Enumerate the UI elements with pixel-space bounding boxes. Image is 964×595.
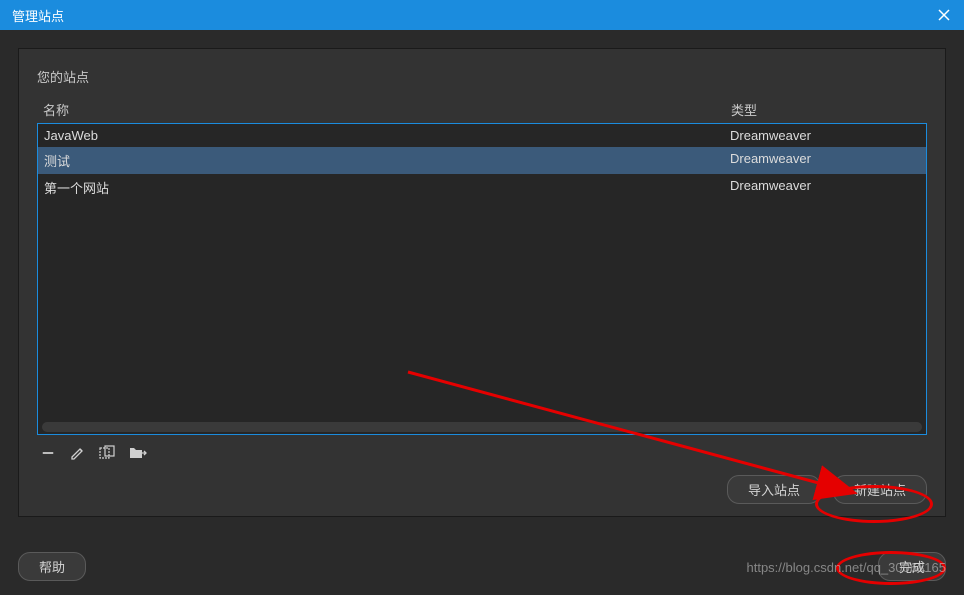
panel-buttons: 导入站点 新建站点 (37, 469, 927, 504)
table-row[interactable]: 测试 Dreamweaver (38, 147, 926, 174)
import-site-button[interactable]: 导入站点 (727, 475, 821, 504)
horizontal-scrollbar[interactable] (42, 422, 922, 432)
sites-table: JavaWeb Dreamweaver 测试 Dreamweaver 第一个网站… (37, 123, 927, 435)
col-header-type[interactable]: 类型 (731, 100, 921, 119)
cell-name: 测试 (44, 151, 730, 170)
export-site-button[interactable] (129, 445, 147, 461)
cell-type: Dreamweaver (730, 151, 920, 170)
cell-type: Dreamweaver (730, 128, 920, 143)
done-button[interactable]: 完成 (878, 552, 946, 581)
minus-icon (41, 446, 55, 460)
close-button[interactable] (924, 0, 964, 30)
titlebar: 管理站点 (0, 0, 964, 30)
new-site-button[interactable]: 新建站点 (833, 475, 927, 504)
col-header-name[interactable]: 名称 (43, 100, 731, 119)
pencil-icon (70, 445, 86, 461)
dialog-body: 您的站点 名称 类型 JavaWeb Dreamweaver 测试 Dreamw… (0, 30, 964, 595)
folder-arrow-icon (129, 445, 147, 461)
help-button[interactable]: 帮助 (18, 552, 86, 581)
cell-name: JavaWeb (44, 128, 730, 143)
edit-site-button[interactable] (69, 445, 87, 461)
sites-panel: 您的站点 名称 类型 JavaWeb Dreamweaver 测试 Dreamw… (18, 48, 946, 517)
close-icon (938, 9, 950, 21)
table-row[interactable]: JavaWeb Dreamweaver (38, 124, 926, 147)
window-title: 管理站点 (12, 6, 64, 25)
panel-heading: 您的站点 (37, 67, 927, 86)
cell-type: Dreamweaver (730, 178, 920, 197)
table-row[interactable]: 第一个网站 Dreamweaver (38, 174, 926, 201)
remove-site-button[interactable] (39, 445, 57, 461)
dialog-footer: 帮助 完成 (18, 552, 946, 581)
duplicate-site-button[interactable] (99, 445, 117, 461)
duplicate-icon (99, 445, 117, 461)
table-toolbar (37, 435, 927, 469)
cell-name: 第一个网站 (44, 178, 730, 197)
table-header: 名称 类型 (37, 96, 927, 123)
